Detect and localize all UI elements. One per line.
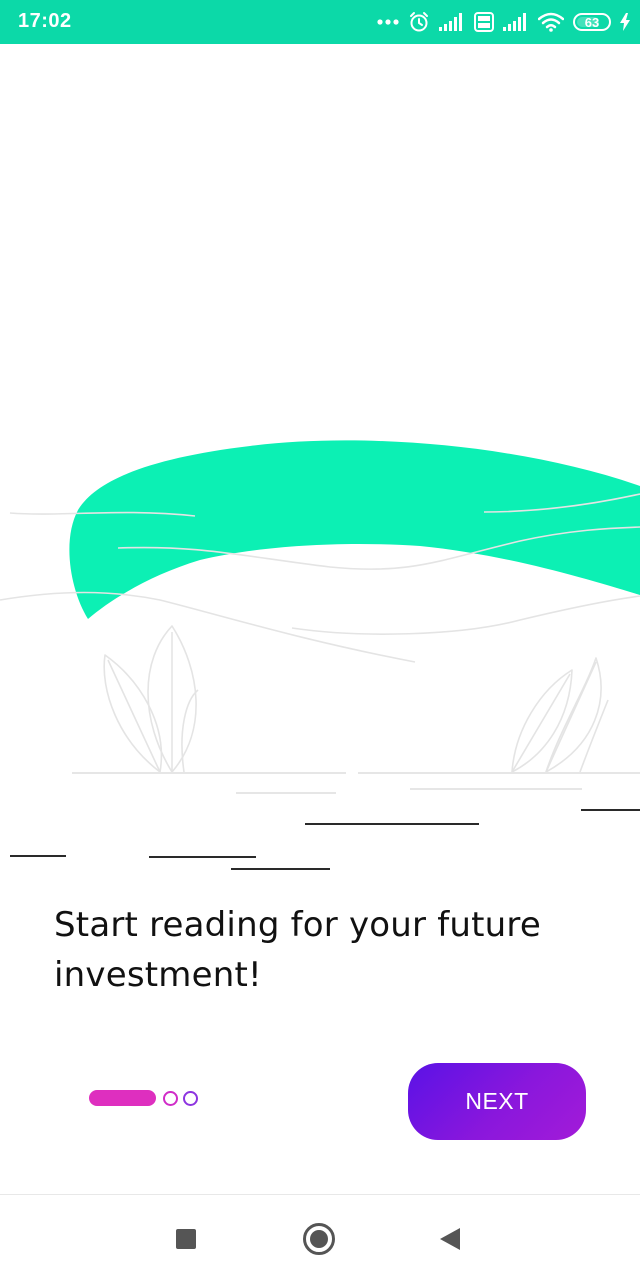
battery-icon: 63 bbox=[573, 13, 611, 31]
volte-icon bbox=[474, 12, 494, 32]
dark-dashes bbox=[10, 809, 640, 870]
onboarding-headline: Start reading for your future investment… bbox=[54, 905, 541, 995]
back-icon[interactable] bbox=[440, 1228, 460, 1250]
system-nav-bar bbox=[0, 1194, 640, 1280]
next-button[interactable]: NEXT bbox=[408, 1063, 586, 1140]
right-leaves bbox=[511, 657, 609, 773]
status-icons: 63 bbox=[377, 8, 630, 36]
status-bar: 17:02 63 bbox=[0, 0, 640, 44]
onboarding-illustration bbox=[0, 440, 640, 870]
ground-lines bbox=[72, 772, 640, 794]
signal-icon bbox=[503, 13, 529, 31]
page-indicator-dot bbox=[183, 1090, 198, 1106]
more-dots-icon bbox=[377, 18, 399, 26]
alarm-icon bbox=[408, 11, 430, 33]
recents-icon[interactable] bbox=[176, 1229, 196, 1249]
battery-level: 63 bbox=[584, 14, 600, 30]
next-button-label: NEXT bbox=[465, 1088, 529, 1114]
charging-icon bbox=[620, 13, 630, 31]
page-indicator-dot bbox=[163, 1090, 178, 1106]
wifi-icon bbox=[538, 12, 564, 32]
signal-icon bbox=[439, 13, 465, 31]
left-leaves bbox=[103, 625, 199, 773]
page-indicator-active bbox=[89, 1090, 156, 1106]
green-brush-stroke bbox=[69, 440, 640, 619]
status-time: 17:02 bbox=[18, 10, 72, 32]
page-indicator bbox=[89, 1089, 198, 1107]
home-icon[interactable] bbox=[303, 1223, 335, 1255]
